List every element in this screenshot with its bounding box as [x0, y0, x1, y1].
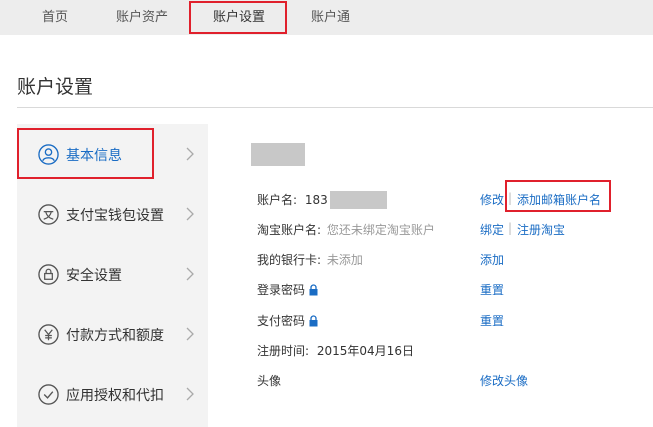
- login-password-row: 登录密码: [257, 281, 318, 299]
- top-nav: 首页 账户资产 账户设置 账户通: [0, 0, 653, 35]
- account-name-label: 账户名:: [257, 193, 298, 207]
- check-icon: [38, 384, 59, 405]
- lock-icon: [38, 264, 59, 285]
- sidebar-item-label: 安全设置: [66, 268, 122, 284]
- sidebar-item-wallet-settings[interactable]: 支付宝钱包设置: [17, 184, 208, 244]
- reset-login-password-link[interactable]: 重置: [480, 281, 504, 298]
- taobao-account-row: 淘宝账户名: 您还未绑定淘宝账户: [257, 221, 435, 239]
- registration-label: 注册时间:: [257, 344, 310, 358]
- account-name-value: 183: [304, 193, 328, 207]
- highlight-box-basic-info: [17, 128, 154, 179]
- separator: |: [508, 221, 513, 235]
- chevron-right-icon: [186, 327, 194, 341]
- login-password-label: 登录密码: [257, 283, 306, 297]
- bind-taobao-link[interactable]: 绑定: [480, 221, 504, 238]
- title-divider: [17, 107, 653, 108]
- lock-icon: [309, 284, 318, 296]
- modify-account-link[interactable]: 修改: [480, 191, 504, 208]
- sidebar-item-security[interactable]: 安全设置: [17, 244, 208, 304]
- chevron-right-icon: [186, 267, 194, 281]
- registration-value: 2015年04月16日: [316, 344, 414, 358]
- avatar-placeholder: [251, 143, 305, 166]
- sidebar-item-app-authorization[interactable]: 应用授权和代扣: [17, 364, 208, 424]
- taobao-account-label: 淘宝账户名:: [257, 223, 322, 237]
- pay-password-label: 支付密码: [257, 314, 306, 328]
- highlight-box-settings-tab: [189, 1, 287, 34]
- avatar-row: 头像: [257, 372, 281, 390]
- sidebar-item-label: 付款方式和额度: [66, 328, 164, 344]
- lock-icon: [309, 315, 318, 327]
- reset-pay-password-link[interactable]: 重置: [480, 312, 504, 329]
- sidebar-item-label: 应用授权和代扣: [66, 388, 164, 404]
- bank-card-label: 我的银行卡:: [257, 253, 322, 267]
- highlight-box-add-email: [505, 180, 611, 212]
- taobao-account-value: 您还未绑定淘宝账户: [326, 223, 435, 237]
- bank-card-row: 我的银行卡: 未添加: [257, 251, 363, 269]
- sidebar-item-payment-methods[interactable]: 付款方式和额度: [17, 304, 208, 364]
- tab-account-assets[interactable]: 账户资产: [116, 0, 168, 35]
- redacted-account-mask: [329, 191, 387, 209]
- sidebar-item-label: 支付宝钱包设置: [66, 208, 164, 224]
- page-title: 账户设置: [17, 76, 94, 98]
- chevron-right-icon: [186, 387, 194, 401]
- chevron-right-icon: [186, 207, 194, 221]
- pay-password-row: 支付密码: [257, 312, 318, 330]
- chevron-right-icon: [186, 147, 194, 161]
- bank-card-value: 未添加: [326, 253, 363, 267]
- add-bank-card-link[interactable]: 添加: [480, 251, 504, 268]
- avatar-label: 头像: [257, 374, 282, 388]
- tab-account-pass[interactable]: 账户通: [311, 0, 350, 35]
- tab-home[interactable]: 首页: [42, 0, 68, 35]
- register-taobao-link[interactable]: 注册淘宝: [517, 221, 565, 238]
- account-name-row: 账户名: 183: [257, 191, 387, 209]
- yuan-icon: [38, 324, 59, 345]
- wallet-icon: [38, 204, 59, 225]
- registration-row: 注册时间: 2015年04月16日: [257, 342, 414, 360]
- modify-avatar-link[interactable]: 修改头像: [480, 372, 528, 389]
